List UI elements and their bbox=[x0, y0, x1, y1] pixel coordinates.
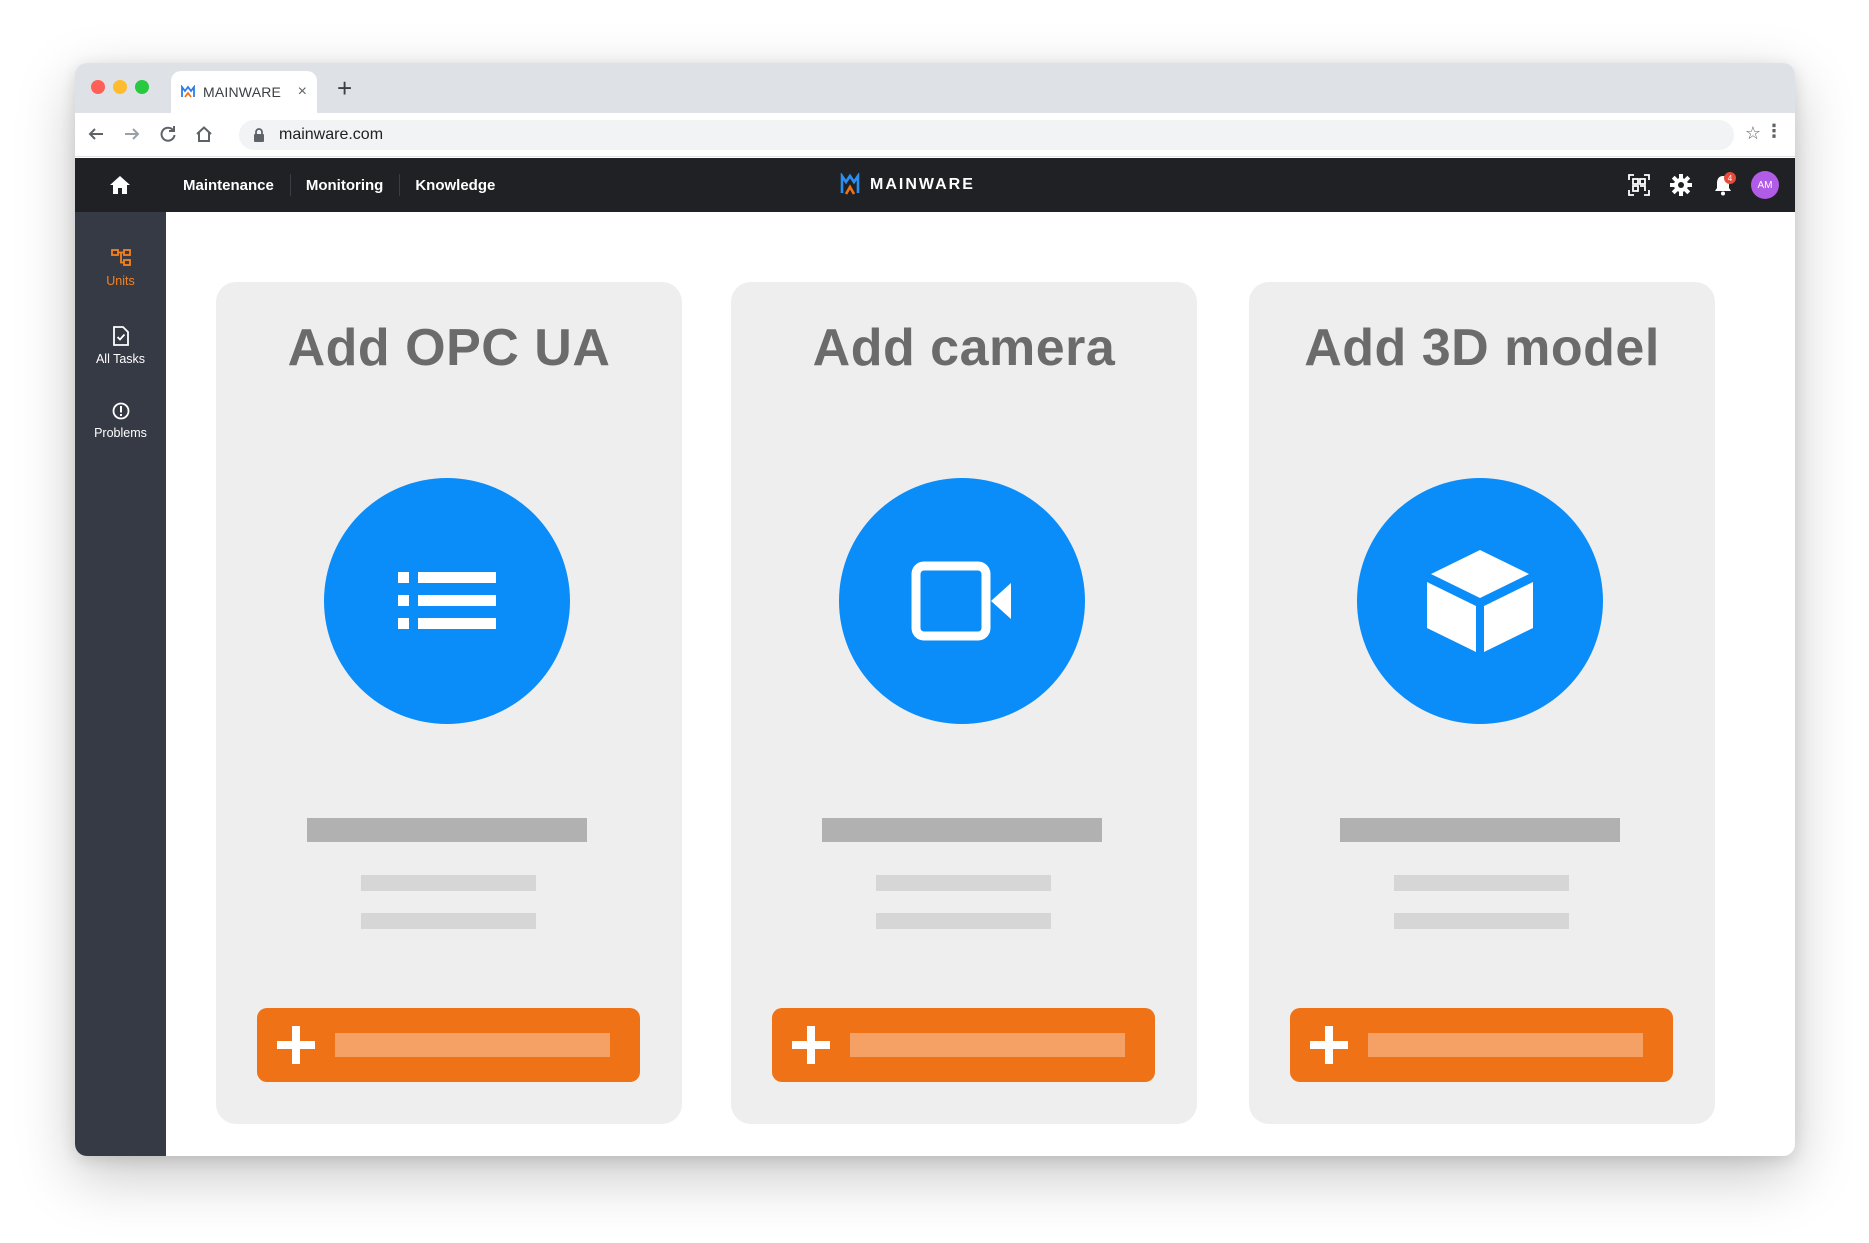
maximize-window-button[interactable] bbox=[135, 80, 149, 94]
plus-icon bbox=[792, 1026, 830, 1064]
video-camera-icon bbox=[911, 561, 1011, 641]
text-placeholder bbox=[361, 913, 536, 929]
text-placeholder bbox=[361, 875, 536, 891]
back-icon[interactable] bbox=[85, 123, 107, 145]
text-placeholder bbox=[1394, 875, 1569, 891]
qr-scan-icon[interactable] bbox=[1625, 171, 1653, 199]
sidebar-item-all-tasks[interactable]: All Tasks bbox=[75, 326, 166, 366]
header-actions: 4 AM bbox=[1625, 158, 1779, 212]
list-icon bbox=[398, 572, 496, 629]
card-add-camera: Add camera bbox=[731, 282, 1197, 1124]
new-tab-button[interactable]: + bbox=[337, 73, 352, 104]
avatar[interactable]: AM bbox=[1751, 171, 1779, 199]
card-add-3d-model: Add 3D model bbox=[1249, 282, 1715, 1124]
card-title: Add 3D model bbox=[1304, 319, 1660, 377]
home-icon[interactable] bbox=[193, 123, 215, 145]
text-placeholder bbox=[876, 875, 1051, 891]
button-label-placeholder bbox=[335, 1033, 610, 1057]
minimize-window-button[interactable] bbox=[113, 80, 127, 94]
sidebar-item-label: Units bbox=[106, 274, 135, 288]
tab-strip: MAINWARE × + bbox=[75, 63, 1795, 113]
tab-close-icon[interactable]: × bbox=[298, 83, 307, 101]
url-field[interactable]: mainware.com bbox=[239, 120, 1734, 150]
title-placeholder bbox=[307, 818, 587, 842]
cube-icon bbox=[1427, 550, 1533, 652]
url-text: mainware.com bbox=[279, 126, 384, 143]
plus-icon bbox=[1310, 1026, 1348, 1064]
card-title: Add OPC UA bbox=[287, 319, 611, 377]
tab-title: MAINWARE bbox=[203, 84, 282, 100]
mainware-logo-icon bbox=[840, 173, 860, 195]
sidebar-item-label: All Tasks bbox=[95, 352, 146, 366]
bookmark-star-icon[interactable]: ☆ bbox=[1745, 123, 1761, 144]
mainware-favicon-icon bbox=[181, 85, 195, 99]
close-window-button[interactable] bbox=[91, 80, 105, 94]
address-bar: mainware.com ☆ ⋮ bbox=[75, 113, 1795, 157]
add-button[interactable] bbox=[257, 1008, 640, 1082]
sidebar: Units All Tasks Problems bbox=[75, 212, 166, 1156]
gear-icon[interactable] bbox=[1667, 171, 1695, 199]
forward-icon[interactable] bbox=[121, 123, 143, 145]
title-placeholder bbox=[1340, 818, 1620, 842]
notification-badge: 4 bbox=[1724, 172, 1736, 184]
sidebar-item-problems[interactable]: Problems bbox=[75, 402, 166, 440]
sidebar-item-label: Problems bbox=[94, 426, 147, 440]
bell-icon[interactable]: 4 bbox=[1709, 171, 1737, 199]
browser-tab[interactable]: MAINWARE × bbox=[171, 71, 317, 113]
tasks-icon bbox=[112, 326, 129, 346]
app-header: Maintenance Monitoring Knowledge MAINWAR… bbox=[75, 158, 1795, 212]
plus-icon bbox=[277, 1026, 315, 1064]
nav-monitoring[interactable]: Monitoring bbox=[289, 158, 399, 212]
lock-icon bbox=[253, 128, 265, 142]
button-label-placeholder bbox=[850, 1033, 1125, 1057]
browser-window: MAINWARE × + mainware.com ☆ ⋮ Maintenanc… bbox=[75, 63, 1795, 1156]
add-button[interactable] bbox=[1290, 1008, 1673, 1082]
text-placeholder bbox=[1394, 913, 1569, 929]
nav-maintenance[interactable]: Maintenance bbox=[167, 158, 290, 212]
add-button[interactable] bbox=[772, 1008, 1155, 1082]
card-icon-circle bbox=[1357, 478, 1603, 724]
main-nav: Maintenance Monitoring Knowledge bbox=[167, 158, 511, 212]
card-icon-circle bbox=[324, 478, 570, 724]
card-icon-circle bbox=[839, 478, 1085, 724]
card-title: Add camera bbox=[812, 319, 1116, 377]
button-label-placeholder bbox=[1368, 1033, 1643, 1057]
sidebar-item-units[interactable]: Units bbox=[75, 248, 166, 288]
title-placeholder bbox=[822, 818, 1102, 842]
brand-logo: MAINWARE bbox=[840, 158, 975, 212]
app-home-icon[interactable] bbox=[107, 172, 133, 198]
text-placeholder bbox=[876, 913, 1051, 929]
reload-icon[interactable] bbox=[157, 123, 179, 145]
browser-menu-icon[interactable]: ⋮ bbox=[1765, 121, 1783, 142]
units-icon bbox=[110, 249, 131, 266]
brand-name: MAINWARE bbox=[870, 176, 975, 193]
main-content: Add OPC UA Add camera Add 3D model bbox=[166, 212, 1795, 1156]
card-add-opc-ua: Add OPC UA bbox=[216, 282, 682, 1124]
nav-knowledge[interactable]: Knowledge bbox=[399, 158, 511, 212]
problems-icon bbox=[112, 402, 129, 420]
